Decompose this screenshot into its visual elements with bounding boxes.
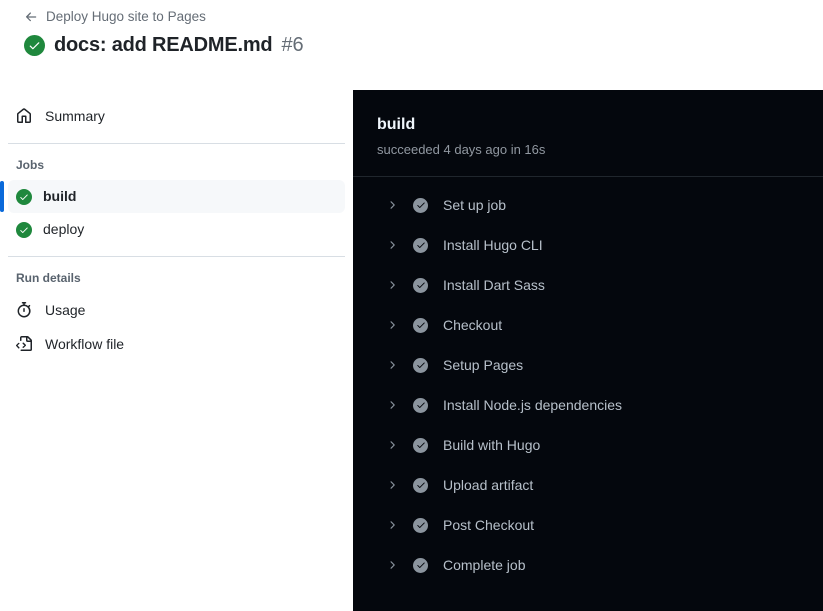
job-step-label: Install Dart Sass (443, 277, 545, 293)
home-icon (16, 108, 32, 124)
check-circle-fill-icon (413, 237, 428, 253)
sidebar-section-jobs-label: Jobs (16, 158, 45, 172)
sidebar-item-label: Usage (45, 302, 86, 318)
check-circle-fill-icon (16, 188, 32, 205)
sidebar-item-usage[interactable]: Usage (8, 293, 345, 327)
chevron-right-icon[interactable] (386, 239, 398, 251)
job-log-title: build (377, 116, 416, 133)
chevron-right-icon[interactable] (386, 199, 398, 211)
job-step-label: Set up job (443, 197, 507, 213)
sidebar-item-summary[interactable]: Summary (8, 99, 345, 133)
sidebar-job-label: deploy (43, 221, 85, 237)
check-circle-fill-icon (413, 477, 428, 493)
job-step-row[interactable]: Complete job (353, 545, 823, 585)
job-step-row[interactable]: Setup Pages (353, 345, 823, 385)
page-title: docs: add README.md (54, 34, 273, 56)
job-step-row[interactable]: Build with Hugo (353, 425, 823, 465)
check-circle-fill-icon (413, 397, 428, 413)
check-circle-fill-icon (16, 221, 32, 238)
job-step-label: Checkout (443, 317, 503, 333)
job-step-row[interactable]: Install Hugo CLI (353, 225, 823, 265)
job-step-row[interactable]: Install Dart Sass (353, 265, 823, 305)
job-log-status: succeeded 4 days ago in 16s (377, 142, 546, 157)
job-step-label: Install Hugo CLI (443, 237, 543, 253)
breadcrumb-label: Deploy Hugo site to Pages (46, 9, 206, 24)
file-code-icon (16, 336, 32, 352)
chevron-right-icon[interactable] (386, 479, 398, 491)
sidebar-divider-2 (8, 256, 345, 257)
check-circle-fill-icon (413, 277, 428, 293)
run-number: #6 (281, 34, 304, 56)
job-step-label: Install Node.js dependencies (443, 397, 623, 413)
check-circle-fill-icon (24, 34, 45, 56)
sidebar-job-label: build (43, 188, 77, 204)
chevron-right-icon[interactable] (386, 519, 398, 531)
job-log-panel: build succeeded 4 days ago in 16s Set up… (353, 90, 823, 611)
check-circle-fill-icon (413, 517, 428, 533)
sidebar-item-label: Summary (45, 108, 105, 124)
page-header: Deploy Hugo site to Pages docs: add READ… (0, 0, 353, 90)
chevron-right-icon[interactable] (386, 279, 398, 291)
job-step-row[interactable]: Set up job (353, 185, 823, 225)
run-title-row: docs: add README.md #6 (24, 32, 304, 58)
job-step-label: Upload artifact (443, 477, 534, 493)
sidebar-item-workflow-file[interactable]: Workflow file (8, 327, 345, 361)
sidebar-item-label: Workflow file (45, 336, 125, 352)
sidebar-divider-1 (8, 143, 345, 144)
chevron-right-icon[interactable] (386, 399, 398, 411)
sidebar: Summary Jobs build deploy Run details Us… (0, 90, 353, 611)
sidebar-section-run-details-label: Run details (16, 271, 81, 285)
job-step-label: Post Checkout (443, 517, 535, 533)
check-circle-fill-icon (413, 357, 428, 373)
chevron-right-icon[interactable] (386, 359, 398, 371)
stopwatch-icon (16, 302, 32, 318)
arrow-left-icon (24, 10, 38, 24)
workflow-run-page: Deploy Hugo site to Pages docs: add READ… (0, 0, 823, 611)
job-step-label: Build with Hugo (443, 437, 541, 453)
job-step-row[interactable]: Install Node.js dependencies (353, 385, 823, 425)
chevron-right-icon[interactable] (386, 439, 398, 451)
sidebar-item-job-build[interactable]: build (0, 180, 345, 213)
sidebar-item-job-deploy[interactable]: deploy (8, 213, 345, 246)
chevron-right-icon[interactable] (386, 319, 398, 331)
job-step-row[interactable]: Post Checkout (353, 505, 823, 545)
job-step-label: Complete job (443, 557, 526, 573)
job-log-header: build succeeded 4 days ago in 16s (353, 90, 823, 176)
job-step-list: Set up job Install Hugo CLI Install Dart… (353, 177, 823, 585)
job-step-row[interactable]: Checkout (353, 305, 823, 345)
check-circle-fill-icon (413, 197, 428, 213)
chevron-right-icon[interactable] (386, 559, 398, 571)
check-circle-fill-icon (413, 557, 428, 573)
check-circle-fill-icon (413, 317, 428, 333)
job-step-row[interactable]: Upload artifact (353, 465, 823, 505)
breadcrumb[interactable]: Deploy Hugo site to Pages (24, 8, 206, 26)
check-circle-fill-icon (413, 437, 428, 453)
job-step-label: Setup Pages (443, 357, 524, 373)
